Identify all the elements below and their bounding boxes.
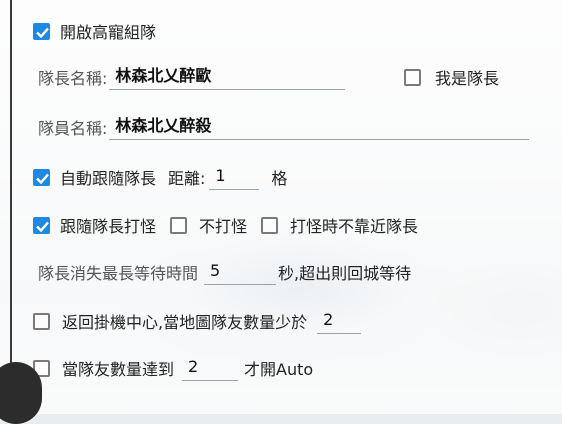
team-count-row: 當隊友數量達到 2 才開Auto: [33, 353, 313, 383]
i-am-leader-checkbox[interactable]: [404, 68, 421, 86]
check-icon: [36, 173, 49, 184]
distance-unit: 格: [271, 169, 288, 188]
follow-fight-label: 跟隨隊長打怪: [60, 217, 157, 236]
enable-group-label: 開啟高寵組隊: [60, 23, 157, 42]
floating-button[interactable]: [0, 362, 42, 424]
leader-missing-input[interactable]: 5: [204, 259, 277, 285]
no-approach-label: 打怪時不靠近隊長: [290, 217, 419, 236]
check-icon: [36, 27, 49, 38]
member-name-label: 隊員名稱:: [38, 119, 108, 138]
no-approach-checkbox[interactable]: [261, 216, 279, 234]
auto-follow-row: 自動跟隨隊長 距離: 1 格: [33, 162, 287, 192]
leader-name-input[interactable]: 林森北乂醉歐: [109, 64, 346, 90]
distance-label: 距離:: [168, 169, 206, 188]
fight-options-row: 跟隨隊長打怪 不打怪 打怪時不靠近隊長: [33, 210, 418, 240]
panel-left-border: [10, 0, 12, 414]
leader-missing-row: 隊長消失最長等待時間 5 秒,超出則回城等待: [38, 257, 411, 287]
leader-missing-suffix: 秒,超出則回城等待: [278, 264, 412, 283]
no-fight-label: 不打怪: [199, 217, 248, 236]
i-am-leader-label: 我是隊長: [435, 69, 500, 88]
team-count-label: 當隊友數量達到: [62, 360, 175, 379]
follow-fight-checkbox[interactable]: [33, 216, 50, 234]
leader-missing-label: 隊長消失最長等待時間: [38, 264, 199, 283]
check-icon: [36, 221, 49, 232]
auto-follow-label: 自動跟隨隊長: [60, 169, 157, 188]
team-count-suffix: 才開Auto: [244, 360, 314, 379]
leader-name-row: 隊長名稱: 林森北乂醉歐: [38, 62, 346, 92]
enable-group-row: 開啟高寵組隊: [33, 16, 156, 46]
member-name-input[interactable]: 林森北乂醉殺: [109, 114, 530, 140]
return-center-checkbox[interactable]: [33, 312, 50, 330]
return-center-row: 返回掛機中心,當地圖隊友數量少於 2: [33, 306, 362, 336]
team-count-input[interactable]: 2: [182, 355, 239, 381]
distance-input[interactable]: 1: [209, 164, 260, 190]
auto-follow-checkbox[interactable]: [33, 168, 50, 186]
member-name-row: 隊員名稱: 林森北乂醉殺: [38, 112, 530, 142]
return-center-label: 返回掛機中心,當地圖隊友數量少於: [62, 313, 308, 332]
leader-name-label: 隊長名稱:: [38, 69, 108, 88]
i-am-leader-row: 我是隊長: [404, 62, 499, 92]
return-center-input[interactable]: 2: [317, 308, 362, 334]
no-fight-checkbox[interactable]: [170, 216, 188, 234]
enable-group-checkbox[interactable]: [33, 22, 50, 40]
